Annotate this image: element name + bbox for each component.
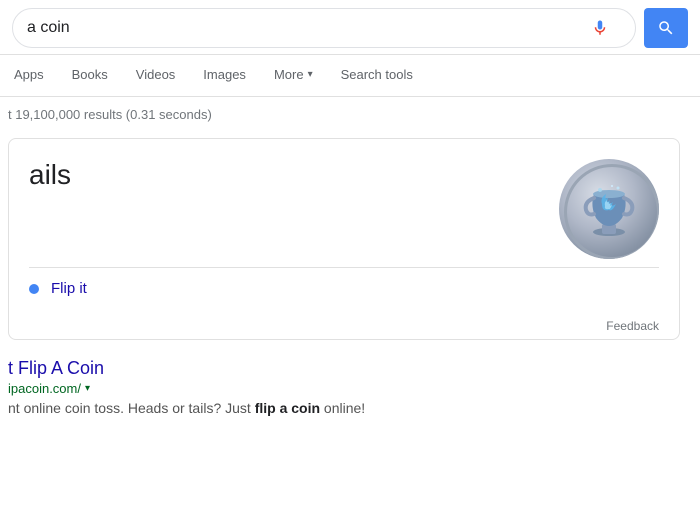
result-title[interactable]: t Flip A Coin	[8, 358, 104, 378]
feedback-row: Feedback	[29, 315, 659, 339]
feedback-label[interactable]: Feedback	[606, 319, 659, 333]
search-input[interactable]	[27, 19, 589, 37]
card-left: ails	[29, 159, 71, 195]
tab-books[interactable]: Books	[58, 55, 122, 96]
search-result: t Flip A Coin ipacoin.com/ ▾ nt online c…	[8, 348, 692, 419]
result-snippet: nt online coin toss. Heads or tails? Jus…	[8, 398, 692, 419]
tab-search-tools[interactable]: Search tools	[327, 55, 427, 96]
mic-icon[interactable]	[589, 17, 611, 39]
flip-it-row: Flip it	[29, 267, 659, 315]
result-url-arrow: ▾	[85, 383, 90, 394]
search-button[interactable]	[644, 8, 688, 48]
search-bar-area	[0, 0, 700, 55]
result-url: ipacoin.com/ ▾	[8, 381, 692, 396]
result-url-text: ipacoin.com/	[8, 381, 81, 396]
tab-more[interactable]: More ▾	[260, 55, 327, 96]
tab-apps[interactable]: Apps	[0, 55, 58, 96]
search-input-wrapper	[12, 8, 636, 48]
nav-tabs: Apps Books Videos Images More ▾ Search t…	[0, 55, 700, 97]
knowledge-card: ails	[8, 138, 680, 340]
card-header: ails	[29, 159, 659, 259]
snippet-bold: flip a coin	[255, 400, 320, 416]
tab-videos[interactable]: Videos	[122, 55, 190, 96]
results-count: t 19,100,000 results (0.31 seconds)	[8, 97, 692, 130]
flip-dot	[29, 284, 39, 294]
card-title: ails	[29, 159, 71, 191]
chevron-down-icon: ▾	[308, 69, 313, 80]
coin-inner	[580, 176, 638, 243]
flip-it-link[interactable]: Flip it	[51, 280, 87, 297]
coin-image	[559, 159, 659, 259]
tab-images[interactable]: Images	[189, 55, 260, 96]
